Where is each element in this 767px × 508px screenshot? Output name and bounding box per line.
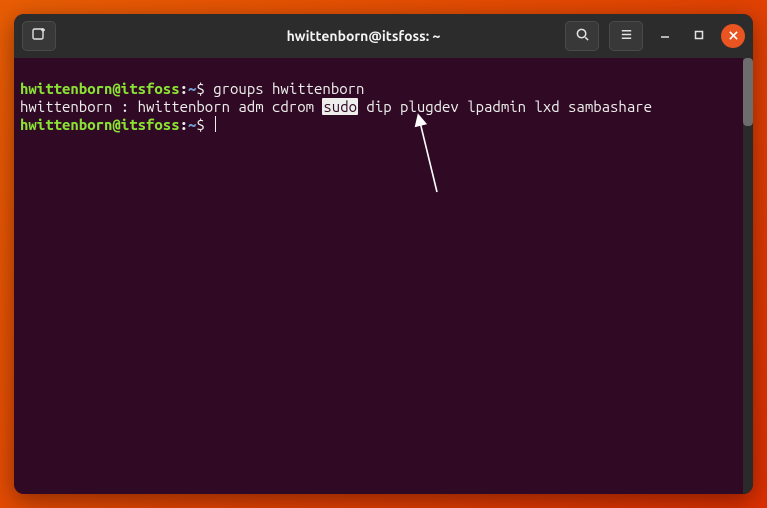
cursor [215, 116, 216, 132]
search-button[interactable] [565, 21, 599, 51]
titlebar: hwittenborn@itsfoss: ~ [14, 14, 753, 58]
prompt-dollar: $ [196, 116, 204, 133]
maximize-button[interactable] [687, 24, 711, 48]
menu-button[interactable] [609, 21, 643, 51]
search-icon [575, 27, 590, 46]
minimize-icon [659, 27, 671, 45]
prompt-colon: : [180, 80, 188, 97]
window-title: hwittenborn@itsfoss: ~ [170, 28, 557, 44]
close-icon [728, 27, 739, 45]
new-tab-icon [31, 26, 47, 46]
terminal-body[interactable]: hwittenborn@itsfoss:~$ groups hwittenbor… [14, 58, 753, 494]
output-highlight: sudo [322, 98, 358, 115]
new-tab-button[interactable] [22, 21, 56, 51]
minimize-button[interactable] [653, 24, 677, 48]
prompt-dollar: $ [196, 80, 204, 97]
prompt-user: hwittenborn@itsfoss [20, 116, 180, 133]
prompt-colon: : [180, 116, 188, 133]
hamburger-icon [619, 27, 634, 46]
output-pre: hwittenborn : hwittenborn adm cdrom [20, 98, 322, 115]
titlebar-right [565, 21, 745, 51]
close-button[interactable] [721, 24, 745, 48]
command-text: groups hwittenborn [213, 80, 364, 97]
titlebar-left [22, 21, 162, 51]
scrollbar-thumb[interactable] [743, 58, 753, 126]
terminal-window: hwittenborn@itsfoss: ~ [14, 14, 753, 494]
output-post: dip plugdev lpadmin lxd sambashare [358, 98, 652, 115]
prompt-user: hwittenborn@itsfoss [20, 80, 180, 97]
maximize-icon [693, 27, 705, 45]
